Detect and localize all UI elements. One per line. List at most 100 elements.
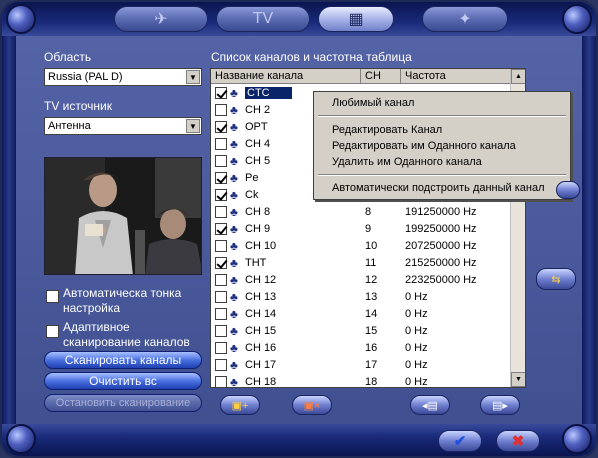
star-icon: ✦: [458, 11, 472, 28]
channel-name-cell[interactable]: ♣ CH 14: [211, 305, 361, 322]
table-row[interactable]: ♣ CH 9 9 199250000 Hz: [211, 220, 511, 237]
menu-item-edit-name[interactable]: Редактировать им Оданного канала: [332, 140, 516, 152]
channel-checkbox[interactable]: [215, 120, 227, 133]
import-button[interactable]: ◂▤: [410, 395, 450, 415]
channel-number: 9: [365, 222, 372, 235]
tv-source-label: TV источник: [44, 99, 112, 113]
channel-checkbox[interactable]: [215, 341, 227, 354]
channel-checkbox[interactable]: [215, 154, 227, 167]
corner-orb-tl: [6, 4, 36, 34]
region-select[interactable]: Russia (PAL D) ▼: [44, 68, 202, 86]
channel-name-cell[interactable]: ♣ CH 10: [211, 237, 361, 254]
channel-checkbox[interactable]: [215, 222, 227, 235]
table-row[interactable]: ♣ CH 12 12 223250000 Hz: [211, 271, 511, 288]
dish-tab[interactable]: ✈: [114, 6, 208, 32]
table-row[interactable]: ♣ CH 8 8 191250000 Hz: [211, 203, 511, 220]
scroll-up-icon[interactable]: ▲: [511, 69, 525, 84]
stop-scan-button[interactable]: Остановить сканирование: [44, 394, 202, 412]
channel-name-cell[interactable]: ♣ CH 13: [211, 288, 361, 305]
column-header-ch[interactable]: CH: [361, 69, 401, 84]
channel-list-title: Список каналов и частотна таблица: [211, 50, 412, 64]
table-row[interactable]: ♣ THT 11 215250000 Hz: [211, 254, 511, 271]
channel-checkbox[interactable]: [215, 375, 227, 387]
star-tab[interactable]: ✦: [422, 6, 508, 32]
channel-frequency: 0 Hz: [405, 307, 428, 320]
column-header-name[interactable]: Название канала: [211, 69, 361, 84]
table-row[interactable]: ♣ CH 18 18 0 Hz: [211, 373, 511, 387]
ok-button[interactable]: ✔: [438, 430, 482, 452]
video-frame-image: [45, 158, 201, 274]
table-row[interactable]: ♣ CH 15 15 0 Hz: [211, 322, 511, 339]
channel-name: CH 13: [245, 290, 277, 303]
channel-frequency: 215250000 Hz: [405, 256, 477, 269]
tuner-window: ✈ TV ▦ ✦ Область Russia (PAL D) ▼ TV ист…: [0, 0, 598, 458]
channel-name: CH 12: [245, 273, 277, 286]
channel-checkbox[interactable]: [215, 171, 227, 184]
channel-name: CTC: [245, 86, 292, 99]
menu-item-edit-channel[interactable]: Редактировать Канал: [332, 124, 442, 136]
channel-checkbox[interactable]: [215, 358, 227, 371]
channel-checkbox[interactable]: [215, 290, 227, 303]
channel-checkbox[interactable]: [215, 137, 227, 150]
channel-frequency: 223250000 Hz: [405, 273, 477, 286]
channel-checkbox[interactable]: [215, 307, 227, 320]
column-header-frequency[interactable]: Частота: [401, 69, 511, 84]
transfer-button[interactable]: ⇆: [536, 268, 576, 290]
channel-checkbox[interactable]: [215, 256, 227, 269]
delete-folder-button[interactable]: ▣×: [292, 395, 332, 415]
channel-name-cell[interactable]: ♣ CH 16: [211, 339, 361, 356]
channel-name-cell[interactable]: ♣ CH 8: [211, 203, 361, 220]
close-icon: ✖: [511, 433, 525, 450]
adaptive-scan-checkbox[interactable]: [46, 325, 59, 338]
export-button[interactable]: ▤▸: [480, 395, 520, 415]
club-icon: ♣: [230, 119, 238, 134]
channel-name-cell[interactable]: ♣ CH 17: [211, 356, 361, 373]
channel-name-cell[interactable]: ♣ CH 15: [211, 322, 361, 339]
club-icon: ♣: [230, 306, 238, 321]
channel-checkbox[interactable]: [215, 205, 227, 218]
scroll-down-icon[interactable]: ▼: [511, 372, 525, 387]
clear-all-button[interactable]: Очистить вс: [44, 372, 202, 390]
channel-checkbox[interactable]: [215, 239, 227, 252]
film-tab[interactable]: ▦: [318, 6, 394, 32]
left-strip: [2, 36, 16, 424]
side-button-upper[interactable]: [556, 181, 580, 199]
channel-name-cell[interactable]: ♣ CH 12: [211, 271, 361, 288]
channel-number: 10: [365, 239, 378, 252]
transfer-icon: ⇆: [551, 273, 561, 286]
context-menu: Любимый канал Редактировать Канал Редакт…: [313, 91, 571, 200]
channel-checkbox[interactable]: [215, 273, 227, 286]
channel-name-cell[interactable]: ♣ CH 18: [211, 373, 361, 387]
adaptive-scan-label: Адаптивное сканирование каналов: [63, 320, 190, 349]
table-row[interactable]: ♣ CH 14 14 0 Hz: [211, 305, 511, 322]
cancel-button[interactable]: ✖: [496, 430, 540, 452]
table-row[interactable]: ♣ CH 17 17 0 Hz: [211, 356, 511, 373]
channel-name-cell[interactable]: ♣ THT: [211, 254, 361, 271]
channel-name: CH 2: [245, 103, 271, 116]
table-row[interactable]: ♣ CH 16 16 0 Hz: [211, 339, 511, 356]
club-icon: ♣: [230, 340, 238, 355]
table-row[interactable]: ♣ CH 13 13 0 Hz: [211, 288, 511, 305]
table-row[interactable]: ♣ CH 10 10 207250000 Hz: [211, 237, 511, 254]
menu-item-favorite[interactable]: Любимый канал: [332, 97, 414, 109]
chevron-down-icon[interactable]: ▼: [186, 70, 200, 84]
add-folder-icon: ▣+: [231, 399, 249, 412]
channel-number: 16: [365, 341, 378, 354]
dish-icon: ✈: [154, 11, 168, 28]
menu-item-delete-name[interactable]: Удалить им Оданного канала: [332, 156, 482, 168]
menu-item-auto-tune[interactable]: Автоматически подстроить данный канал: [332, 182, 545, 194]
channel-checkbox[interactable]: [215, 86, 227, 99]
channel-checkbox[interactable]: [215, 324, 227, 337]
tv-source-value: Антенна: [48, 120, 91, 132]
auto-tune-checkbox[interactable]: [46, 290, 59, 303]
channel-name-cell[interactable]: ♣ CH 9: [211, 220, 361, 237]
channel-checkbox[interactable]: [215, 188, 227, 201]
scan-channels-button[interactable]: Сканировать каналы: [44, 351, 202, 369]
channel-frequency: 0 Hz: [405, 358, 428, 371]
chevron-down-icon[interactable]: ▼: [186, 119, 200, 133]
club-icon: ♣: [230, 255, 238, 270]
tv-source-select[interactable]: Антенна ▼: [44, 117, 202, 135]
channel-checkbox[interactable]: [215, 103, 227, 116]
add-folder-button[interactable]: ▣+: [220, 395, 260, 415]
tv-tab[interactable]: TV: [216, 6, 310, 32]
